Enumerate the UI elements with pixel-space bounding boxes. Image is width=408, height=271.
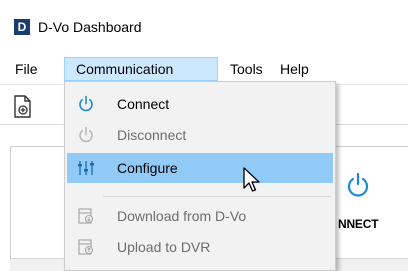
window-title: D-Vo Dashboard [38, 19, 142, 35]
menu-item-upload[interactable]: Upload to DVR [67, 232, 333, 262]
communication-dropdown: Connect Disconnect Configure Download fr… [64, 81, 336, 271]
new-file-icon [14, 95, 31, 118]
menu-file[interactable]: File [9, 57, 44, 81]
menu-item-label: Upload to DVR [117, 239, 211, 255]
menu-help[interactable]: Help [274, 57, 315, 81]
new-file-button[interactable] [12, 95, 34, 119]
download-icon [77, 207, 95, 225]
menu-separator [103, 196, 331, 197]
app-logo: D [14, 19, 30, 35]
menu-item-connect[interactable]: Connect [67, 89, 333, 119]
upload-icon [77, 238, 95, 256]
menu-item-configure[interactable]: Configure [67, 153, 333, 183]
power-icon [77, 95, 95, 113]
menu-tools[interactable]: Tools [224, 57, 269, 81]
menu-item-label: Connect [117, 96, 170, 112]
menu-item-label: Disconnect [117, 127, 187, 143]
menu-item-disconnect[interactable]: Disconnect [67, 120, 333, 150]
menu-communication[interactable]: Communication [64, 57, 218, 81]
menu-item-download[interactable]: Download from D-Vo [67, 201, 333, 231]
power-icon [347, 172, 369, 197]
title-bar: D D-Vo Dashboard [0, 0, 408, 48]
menu-bar: File Communication Tools Help [0, 57, 408, 81]
sliders-icon [77, 159, 95, 177]
power-icon [77, 126, 95, 144]
mouse-cursor-icon [242, 166, 264, 194]
menu-item-label: Download from D-Vo [117, 208, 247, 224]
connect-tile-button[interactable] [346, 172, 370, 198]
menu-item-label: Configure [117, 160, 178, 176]
connect-tile-label: NNECT [338, 217, 379, 231]
